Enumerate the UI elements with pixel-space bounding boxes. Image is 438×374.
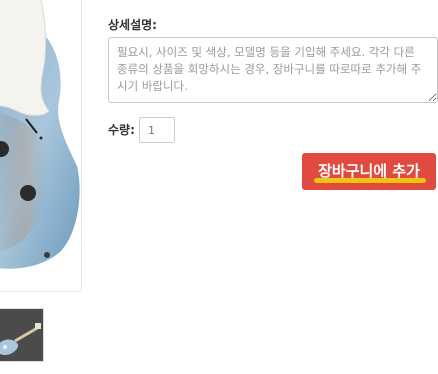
- description-label: 상세설명:: [108, 18, 157, 32]
- quantity-input[interactable]: [139, 117, 175, 143]
- guitar-body-illustration: [0, 0, 80, 269]
- quantity-label: 수량:: [108, 123, 135, 137]
- add-to-cart-button[interactable]: 장바구니에 추가: [302, 153, 436, 190]
- highlight-underline: [314, 178, 426, 183]
- description-textarea[interactable]: [108, 37, 438, 103]
- product-main-image[interactable]: [0, 0, 82, 292]
- product-detail-page: 상세설명: 수량: 장바구니에 추가: [0, 0, 438, 374]
- guitar-thumbnail-illustration: [0, 309, 43, 361]
- product-thumbnail[interactable]: [0, 308, 44, 362]
